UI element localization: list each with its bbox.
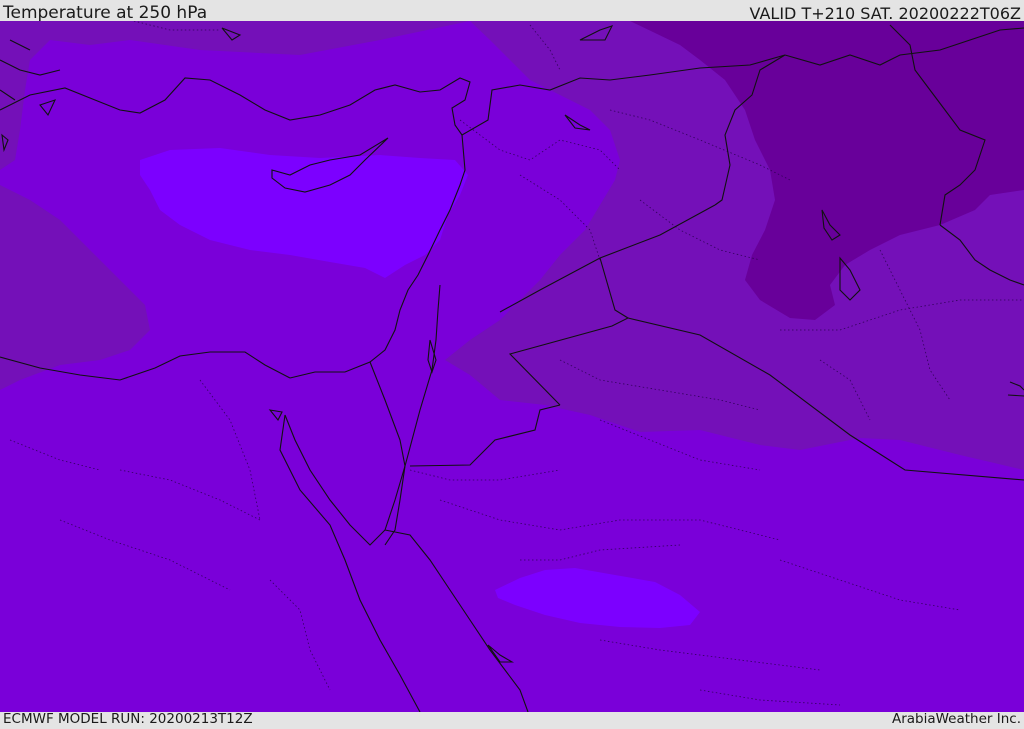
credit-label: ArabiaWeather Inc. <box>891 711 1021 727</box>
model-run-label: ECMWF MODEL RUN: 20200213T12Z <box>3 711 253 727</box>
valid-time: VALID T+210 SAT. 20200222T06Z <box>749 4 1021 23</box>
map-title: Temperature at 250 hPa <box>3 3 208 23</box>
temperature-map <box>0 21 1024 712</box>
